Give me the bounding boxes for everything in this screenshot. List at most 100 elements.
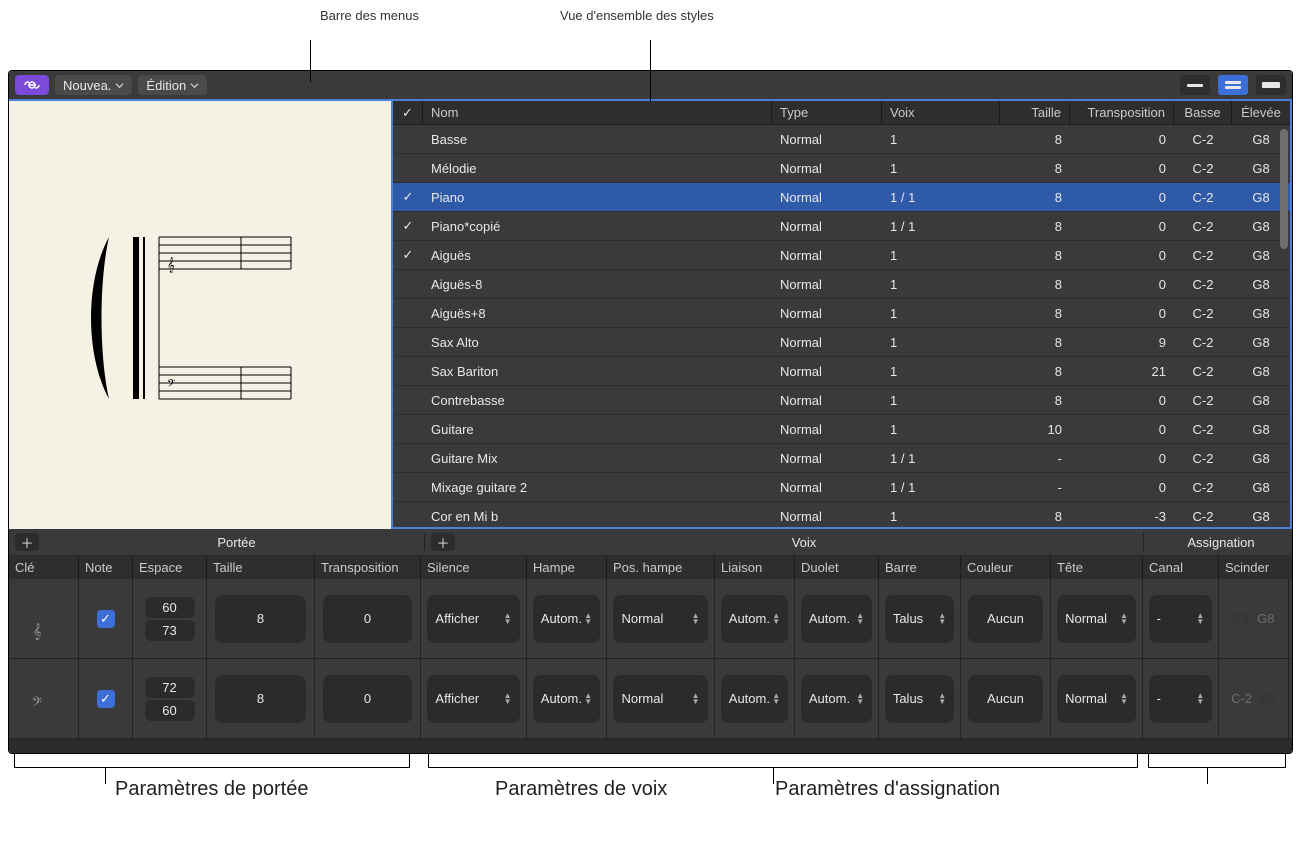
col-trans[interactable]: Transposition	[1070, 101, 1174, 124]
row-high: G8	[1232, 335, 1290, 350]
dropdown[interactable]: Talus▲▼	[885, 675, 954, 723]
row-voix: 1	[882, 509, 1000, 524]
dropdown[interactable]: Autom.▲▼	[721, 675, 788, 723]
row-trans: 0	[1070, 248, 1174, 263]
table-row[interactable]: ✓PianoNormal1 / 180C-2G8	[393, 183, 1290, 212]
callout-staff-params: Paramètres de portée	[115, 778, 308, 801]
col-name[interactable]: Nom	[423, 101, 772, 124]
couleur-cell[interactable]: Aucun	[961, 579, 1051, 658]
scinder-cell[interactable]: C3G8	[1219, 579, 1289, 658]
row-low: C-2	[1174, 219, 1232, 234]
table-row[interactable]: Cor en Mi bNormal18-3C-2G8	[393, 502, 1290, 527]
view-mode-3[interactable]	[1256, 75, 1286, 95]
dropdown[interactable]: Afficher▲▼	[427, 595, 519, 643]
add-staff-button[interactable]: ＋	[15, 533, 39, 551]
row-low: C-2	[1174, 335, 1232, 350]
ph-couleur: Couleur	[961, 555, 1051, 579]
dropdown[interactable]: Autom.▲▼	[801, 675, 872, 723]
dropdown[interactable]: Normal▲▼	[1057, 675, 1136, 723]
dropdown[interactable]: -▲▼	[1149, 595, 1213, 643]
dropdown[interactable]: Autom.▲▼	[533, 675, 600, 723]
table-row[interactable]: GuitareNormal1100C-2G8	[393, 415, 1290, 444]
view-mode-2[interactable]	[1218, 75, 1248, 95]
row-name: Aiguës-8	[423, 277, 772, 292]
ph-scinder: Scinder	[1219, 555, 1289, 579]
ph-taille: Taille	[207, 555, 315, 579]
row-type: Normal	[772, 277, 882, 292]
col-voix[interactable]: Voix	[882, 101, 1000, 124]
taille-cell[interactable]: 8	[207, 579, 315, 658]
espace-cell[interactable]: 7260	[133, 659, 207, 738]
table-row[interactable]: Mixage guitare 2Normal1 / 1-0C-2G8	[393, 473, 1290, 502]
dropdown[interactable]: Normal▲▼	[1057, 595, 1136, 643]
callout-bracket	[428, 754, 1138, 768]
h-scrollbar[interactable]	[9, 739, 1292, 753]
add-voice-button[interactable]: ＋	[431, 533, 455, 551]
table-row[interactable]: Sax AltoNormal189C-2G8	[393, 328, 1290, 357]
row-size: -	[1000, 480, 1070, 495]
chevron-down-icon	[115, 81, 124, 90]
row-size: 8	[1000, 190, 1070, 205]
dropdown[interactable]: Talus▲▼	[885, 595, 954, 643]
row-check[interactable]: ✓	[393, 247, 423, 263]
table-row[interactable]: MélodieNormal180C-2G8	[393, 154, 1290, 183]
espace-cell[interactable]: 6073	[133, 579, 207, 658]
col-size[interactable]: Taille	[1000, 101, 1070, 124]
view-mode-1[interactable]	[1180, 75, 1210, 95]
table-row[interactable]: ✓AiguësNormal180C-2G8	[393, 241, 1290, 270]
dropdown[interactable]: Normal▲▼	[613, 675, 707, 723]
trans-cell[interactable]: 0	[315, 579, 421, 658]
clef-cell[interactable]: 𝄞	[9, 579, 79, 658]
trans-cell[interactable]: 0	[315, 659, 421, 738]
row-type: Normal	[772, 335, 882, 350]
dropdown[interactable]: Autom.▲▼	[801, 595, 872, 643]
table-row[interactable]: Guitare MixNormal1 / 1-0C-2G8	[393, 444, 1290, 473]
col-low[interactable]: Basse	[1174, 101, 1232, 124]
row-high: G8	[1232, 248, 1290, 263]
section-assign-title: Assignation	[1150, 535, 1292, 550]
row-high: G8	[1232, 393, 1290, 408]
dropdown[interactable]: Afficher▲▼	[427, 675, 519, 723]
note-checkbox[interactable]: ✓	[79, 579, 133, 658]
note-checkbox[interactable]: ✓	[79, 659, 133, 738]
new-menu-label: Nouvea.	[63, 78, 111, 93]
row-type: Normal	[772, 451, 882, 466]
col-type[interactable]: Type	[772, 101, 882, 124]
table-row[interactable]: BasseNormal180C-2G8	[393, 125, 1290, 154]
row-name: Mélodie	[423, 161, 772, 176]
table-row[interactable]: Sax BaritonNormal1821C-2G8	[393, 357, 1290, 386]
ph-trans: Transposition	[315, 555, 421, 579]
dropdown[interactable]: Normal▲▼	[613, 595, 707, 643]
col-check[interactable]: ✓	[393, 101, 423, 124]
svg-text:𝄢: 𝄢	[31, 695, 41, 712]
table-row[interactable]: ✓Piano*copiéNormal1 / 180C-2G8	[393, 212, 1290, 241]
ph-pos: Pos. hampe	[607, 555, 715, 579]
link-toggle-button[interactable]	[15, 75, 49, 95]
table-row[interactable]: Aiguës-8Normal180C-2G8	[393, 270, 1290, 299]
row-high: G8	[1232, 364, 1290, 379]
dropdown[interactable]: -▲▼	[1149, 675, 1213, 723]
row-size: 8	[1000, 364, 1070, 379]
dropdown[interactable]: Autom.▲▼	[721, 595, 788, 643]
taille-cell[interactable]: 8	[207, 659, 315, 738]
row-name: Piano	[423, 190, 772, 205]
edit-menu[interactable]: Édition	[138, 75, 207, 95]
section-bar: ＋ Portée ＋ Voix Assignation	[9, 529, 1292, 555]
row-voix: 1	[882, 393, 1000, 408]
row-check[interactable]: ✓	[393, 218, 423, 234]
clef-cell[interactable]: 𝄢	[9, 659, 79, 738]
callout-line	[310, 40, 311, 82]
dropdown[interactable]: Autom.▲▼	[533, 595, 600, 643]
new-menu[interactable]: Nouvea.	[55, 75, 132, 95]
scinder-cell[interactable]: C-2B2	[1219, 659, 1289, 738]
row-check[interactable]: ✓	[393, 189, 423, 205]
col-high[interactable]: Élevée	[1232, 101, 1290, 124]
table-row[interactable]: ContrebasseNormal180C-2G8	[393, 386, 1290, 415]
scrollbar-thumb[interactable]	[1280, 129, 1288, 249]
ph-note: Note	[79, 555, 133, 579]
table-row[interactable]: Aiguës+8Normal180C-2G8	[393, 299, 1290, 328]
param-row: 𝄞✓607380Afficher▲▼ Autom.▲▼ Normal▲▼ Autom.…	[9, 579, 1292, 659]
couleur-cell[interactable]: Aucun	[961, 659, 1051, 738]
row-high: G8	[1232, 306, 1290, 321]
row-voix: 1	[882, 422, 1000, 437]
